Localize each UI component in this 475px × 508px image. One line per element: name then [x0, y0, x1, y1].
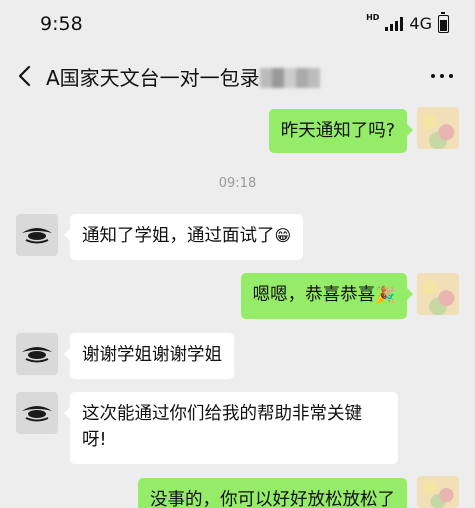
grin-emoji: 😁 — [274, 226, 292, 245]
eye-logo-icon — [22, 406, 52, 422]
message-text: 谢谢学姐谢谢学姐 — [82, 345, 222, 365]
contact-avatar[interactable] — [16, 214, 58, 256]
contact-avatar[interactable] — [16, 392, 58, 434]
chat-title-text: A国家天文台一对一包录 — [46, 66, 260, 90]
more-options-icon[interactable] — [431, 74, 453, 78]
network-label: 4G — [409, 14, 432, 33]
battery-icon — [438, 11, 449, 33]
message-text: 通知了学姐，通过面试了 — [82, 226, 275, 246]
message-text: 这次能通过你们给我的帮助非常关键 — [82, 404, 362, 424]
status-icons: HD 4G — [366, 11, 449, 33]
redacted-blur — [259, 68, 320, 88]
status-bar: 9:58 HD 4G — [0, 0, 475, 50]
message-bubble-contact[interactable]: 通知了学姐，通过面试了😁 — [63, 214, 304, 260]
chat-title: A国家天文台一对一包录 — [46, 62, 320, 91]
self-avatar[interactable] — [417, 107, 459, 149]
eye-logo-icon — [22, 347, 52, 363]
back-icon[interactable] — [14, 64, 38, 88]
self-avatar[interactable] — [417, 273, 459, 315]
message-text: 没事的，你可以好好放松放松了 — [150, 490, 395, 508]
message-text: 嗯嗯，恭喜恭喜 — [252, 285, 376, 305]
message-bubble-self[interactable]: 昨天通知了吗? — [268, 109, 414, 153]
eye-logo-icon — [22, 228, 52, 244]
message-bubble-self[interactable]: 没事的，你可以好好放松放松了 — [138, 478, 407, 508]
hd-label: HD — [366, 12, 380, 22]
message-bubble-contact[interactable]: 这次能通过你们给我的帮助非常关键 呀! — [64, 392, 398, 464]
status-time: 9:58 — [40, 13, 83, 35]
party-popper-emoji: 🎉 — [375, 285, 395, 304]
message-text-line2: 呀! — [82, 430, 107, 450]
message-timestamp: 09:18 — [218, 176, 257, 191]
contact-avatar[interactable] — [16, 333, 58, 375]
message-text: 昨天通知了吗? — [280, 121, 395, 141]
message-bubble-contact[interactable]: 谢谢学姐谢谢学姐 — [64, 333, 234, 379]
message-bubble-self[interactable]: 嗯嗯，恭喜恭喜🎉 — [240, 273, 414, 319]
chat-header: A国家天文台一对一包录 — [0, 50, 475, 102]
self-avatar[interactable] — [417, 476, 459, 508]
signal-icon — [385, 16, 404, 31]
